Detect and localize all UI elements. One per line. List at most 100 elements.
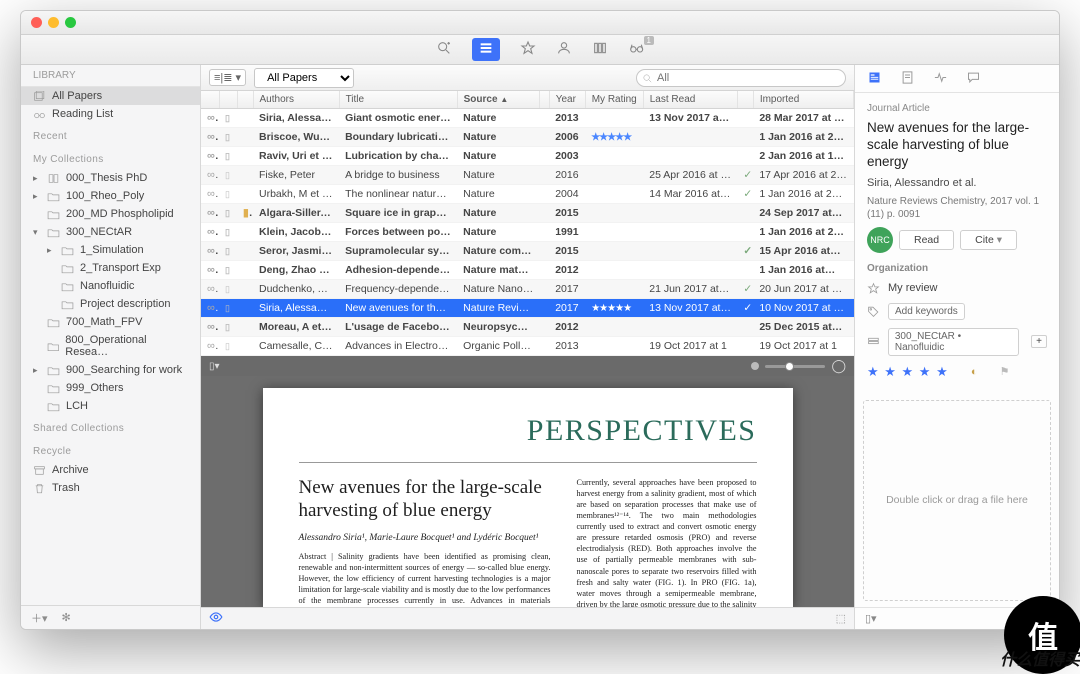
sidebar-item-label: Reading List [52,108,113,120]
disclosure-triangle[interactable]: ▸ [33,173,41,184]
sidebar-collection[interactable]: 200_MD Phospholipid [21,205,200,223]
column-header[interactable] [539,91,549,109]
table-row[interactable]: ∞▯Camesalle, ClauAdvances in Electrokine… [201,337,854,356]
window-minimize-button[interactable] [48,17,59,28]
search-box[interactable] [636,69,846,87]
cell-authors: Briscoe, Wuge… [253,128,339,147]
disclosure-triangle[interactable]: ▾ [33,227,41,238]
sidebar-collection[interactable]: ▸100_Rheo_Poly [21,187,200,205]
table-row[interactable]: ∞▯Seror, Jasmine…Supramolecular syner…Na… [201,242,854,261]
column-header[interactable]: Imported [753,91,853,109]
window-zoom-button[interactable] [65,17,76,28]
inspector-pane: Journal Article New avenues for the larg… [854,65,1059,629]
eye-icon[interactable] [209,610,223,627]
table-row[interactable]: ∞▯Fiske, PeterA bridge to businessNature… [201,166,854,185]
collection-filter-dropdown[interactable]: All Papers [254,68,354,88]
sidebar-collection[interactable]: ▾300_NECtAR [21,223,200,241]
tab-notes-icon[interactable] [900,70,915,88]
column-header[interactable]: Last Read [643,91,737,109]
link-icon: ∞ [207,112,219,124]
search-input[interactable] [657,72,837,84]
tab-info-icon[interactable] [867,70,882,88]
sidebar-archive[interactable]: Archive [21,461,200,479]
sidebar-collection[interactable]: 700_Math_FPV [21,313,200,331]
cell-year: 2017 [549,280,585,299]
add-collection-button[interactable]: + [1031,335,1047,348]
file-icon[interactable]: ▯▾ [865,612,877,625]
sidebar-subcollection[interactable]: Project description [21,295,200,313]
star-icon[interactable] [520,40,536,59]
sidebar-bottombar: ＋▾ ✻ [21,605,200,629]
column-header[interactable]: Authors [253,91,339,109]
sidebar-collection[interactable]: 999_Others [21,379,200,397]
column-header[interactable]: Source ▲ [457,91,539,109]
table-row[interactable]: ∞▯Raviv, Uri et al.Lubrication by charge… [201,147,854,166]
cell-title: A bridge to business [339,166,457,185]
add-button[interactable]: ＋▾ [31,610,48,626]
window-close-button[interactable] [31,17,42,28]
papers-icon [33,91,46,102]
table-row[interactable]: ∞▯Moreau, A et al.L'usage de Facebook e…… [201,318,854,337]
doc-icon: ▯ [225,246,230,256]
pdf-abstract: Abstract | Salinity gradients have been … [299,551,551,607]
collection-row[interactable]: 300_NECtAR • Nanofluidic + [867,328,1047,356]
view-mode-toggle[interactable]: ≡|≣ ▾ [209,69,246,86]
lock-icon[interactable]: ⬚ [836,612,846,625]
link-icon: ∞ [207,150,219,162]
table-row[interactable]: ∞▯Deng, Zhao et al.Adhesion-dependent n…… [201,261,854,280]
cite-button[interactable]: Cite [960,230,1017,250]
doc-icon: ▯ [225,341,230,351]
sidebar-collection[interactable]: ▸900_Searching for work [21,361,200,379]
review-row[interactable]: My review [867,282,1047,295]
sidebar-subcollection[interactable]: ▸1_Simulation [21,241,200,259]
column-header[interactable]: Year [549,91,585,109]
table-row[interactable]: ∞▯Briscoe, Wuge…Boundary lubrication u…N… [201,128,854,147]
table-row[interactable]: ∞▯Urbakh, M et al.The nonlinear nature o… [201,185,854,204]
collection-tag[interactable]: 300_NECtAR • Nanofluidic [888,328,1019,356]
sidebar-reading-list[interactable]: Reading List [21,105,200,123]
pdf-page-icon[interactable]: ▯▾ [209,361,220,372]
sidebar-item-label: 800_Operational Resea… [65,334,188,358]
keywords-placeholder[interactable]: Add keywords [888,303,965,320]
color-dot-icon[interactable]: ◐ [971,366,978,378]
sidebar-all-papers[interactable]: All Papers [21,87,200,105]
column-header[interactable] [737,91,753,109]
pdf-zoom-slider[interactable]: ◯ [751,358,846,374]
sidebar-subcollection[interactable]: Nanofluidic [21,277,200,295]
file-dropzone[interactable]: Double click or drag a file here [863,400,1051,601]
column-header[interactable] [237,91,253,109]
pdf-preview[interactable]: PERSPECTIVES New avenues for the large-s… [201,376,854,607]
sidebar-subcollection[interactable]: 2_Transport Exp [21,259,200,277]
cell-title: Giant osmotic energy co… [339,109,457,128]
table-row[interactable]: ∞▯▮Algara-Siller, G…Square ice in graphe… [201,204,854,223]
tab-comments-icon[interactable] [966,70,981,88]
view-list-icon[interactable] [472,38,500,61]
table-row[interactable]: ∞▯Klein, Jacob et…Forces between polym…N… [201,223,854,242]
rating-stars[interactable]: ★ ★ ★ ★ ★ [867,364,949,380]
sidebar-collection[interactable]: 800_Operational Resea… [21,331,200,361]
search-plus-icon[interactable] [436,40,452,59]
books-icon[interactable] [592,40,608,59]
reading-glasses-icon[interactable]: 1 [628,40,644,59]
read-button[interactable]: Read [899,230,954,250]
table-row[interactable]: ∞▯Dudchenko, Alex…Frequency-dependent s…… [201,280,854,299]
column-header[interactable] [219,91,237,109]
column-header[interactable] [201,91,219,109]
sidebar-collection[interactable]: ▸000_Thesis PhD [21,169,200,187]
tab-activity-icon[interactable] [933,70,948,88]
column-header[interactable]: My Rating [585,91,643,109]
cell-imported: 2 Jan 2016 at 1… [753,147,853,166]
disclosure-triangle[interactable]: ▸ [47,245,55,256]
column-header[interactable]: Title [339,91,457,109]
table-row[interactable]: ∞▯Siria, Alessandro…Giant osmotic energy… [201,109,854,128]
sidebar-collection[interactable]: LCH [21,397,200,415]
keywords-row[interactable]: Add keywords [867,303,1047,320]
disclosure-triangle[interactable]: ▸ [33,365,41,376]
flag-icon[interactable]: ⚑ [1000,365,1010,378]
settings-gear-icon[interactable]: ✻ [62,611,71,624]
sidebar-trash[interactable]: Trash [21,479,200,497]
disclosure-triangle[interactable]: ▸ [33,191,41,202]
person-icon[interactable] [556,40,572,59]
table-row[interactable]: ∞▯Siria, Alessandro…New avenues for the … [201,299,854,318]
link-icon: ∞ [207,283,219,295]
